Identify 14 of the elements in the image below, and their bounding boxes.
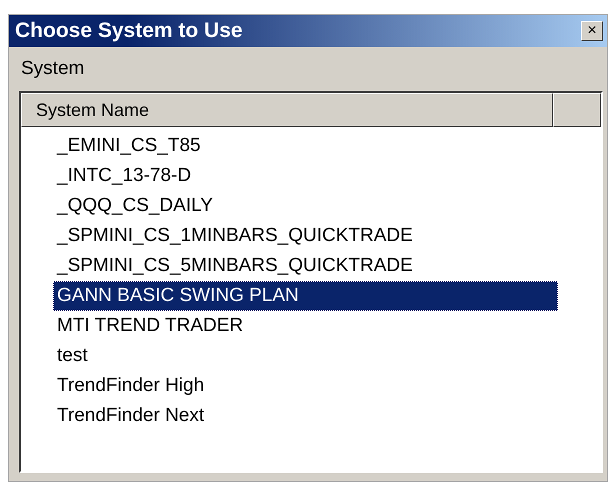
list-item[interactable]: GANN BASIC SWING PLAN [53,281,558,311]
list-item[interactable]: MTI TREND TRADER [53,311,558,341]
close-button[interactable]: × [581,21,603,41]
list-item[interactable]: TrendFinder High [53,371,558,401]
menu-item[interactable]: System [21,58,84,80]
list-item[interactable]: TrendFinder Next [53,401,558,431]
window-title: Choose System to Use [15,19,243,43]
list-item[interactable]: test [53,341,558,371]
list-item[interactable]: _EMINI_CS_T85 [53,131,558,161]
column-header[interactable]: System Name [21,93,553,127]
list-item[interactable]: _SPMINI_CS_1MINBARS_QUICKTRADE [53,221,558,251]
list-item[interactable]: _INTC_13-78-D [53,161,558,191]
list-item[interactable]: _QQQ_CS_DAILY [53,191,558,221]
list-item[interactable]: _SPMINI_CS_5MINBARS_QUICKTRADE [53,251,558,281]
